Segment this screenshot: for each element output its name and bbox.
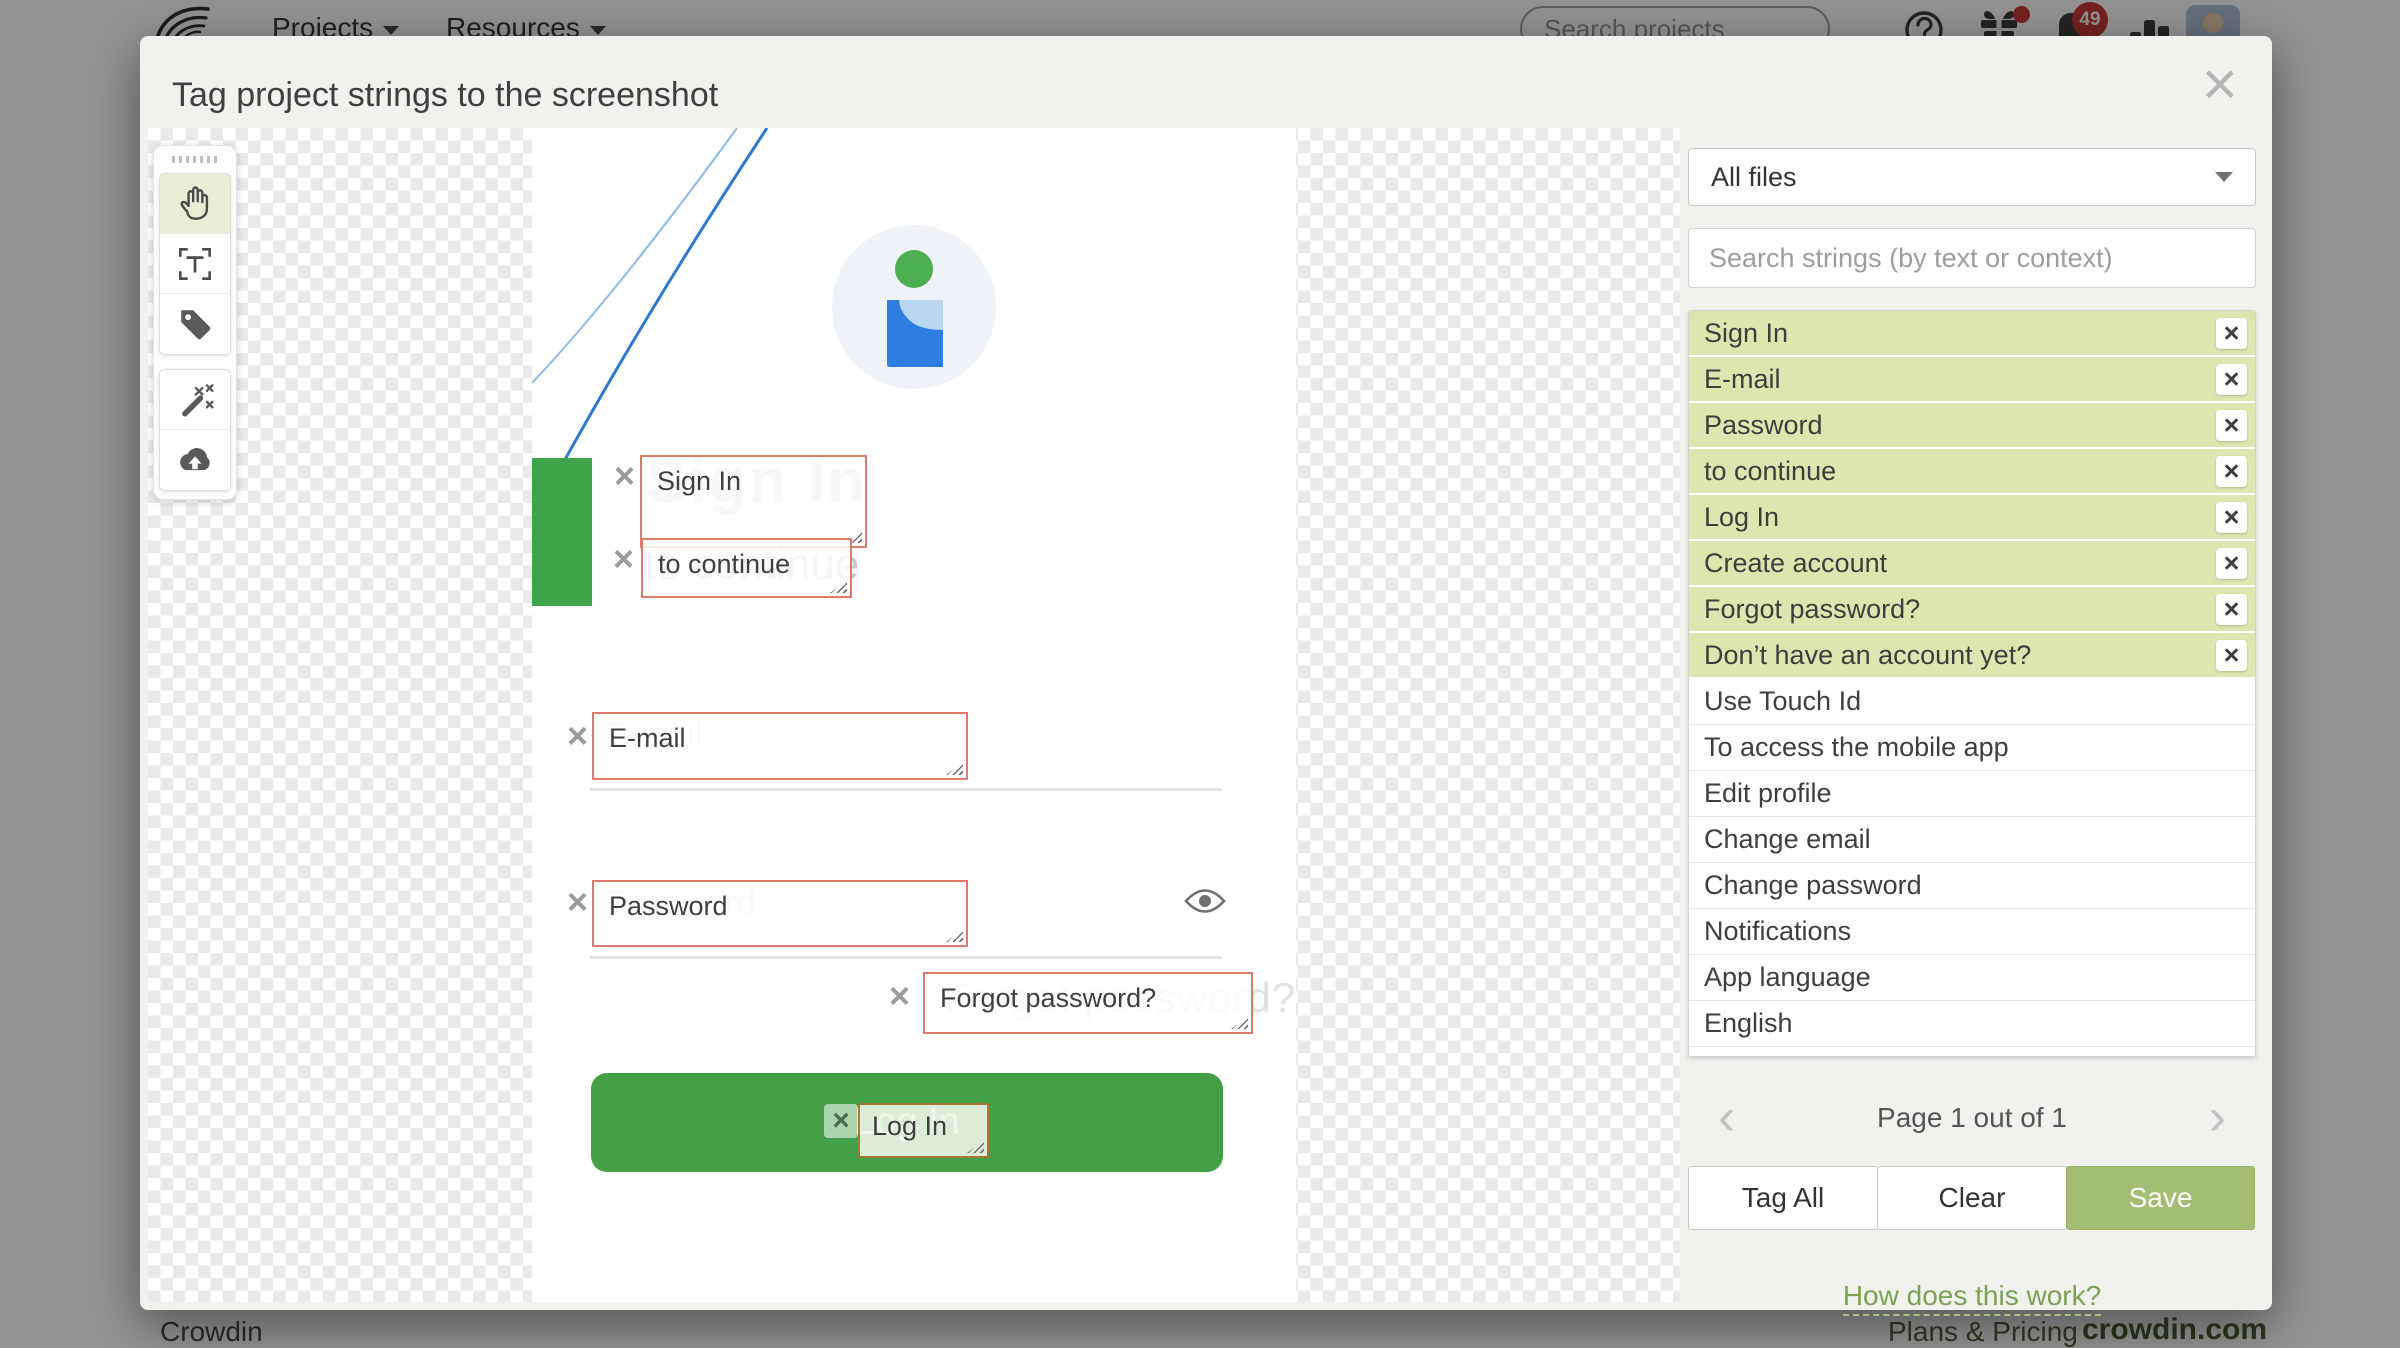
string-row[interactable]: Use Touch Id × [1689,679,2255,725]
untag-icon[interactable]: × [2216,363,2247,395]
capture-text-icon [179,247,211,280]
tagbox-to-continue[interactable]: to continue [641,538,852,598]
email-field-underline [590,788,1222,791]
string-label: English [1704,1008,1793,1038]
string-row[interactable]: Change email × [1689,817,2255,863]
magic-wand-icon [182,383,214,416]
tag-icon [181,310,211,340]
string-label: Change email [1704,824,1871,854]
modal-body: Sign In to continue E-mail Password Forg… [140,128,2272,1316]
panel-actions: Tag All Clear Save [1688,1166,2256,1230]
tool-group-extra [159,369,231,491]
string-row[interactable]: Notifications × [1689,909,2255,955]
tag-strings-modal: Tag project strings to the screenshot × … [140,36,2272,1316]
capture-text-tool-button[interactable] [160,234,230,294]
tagbox-password[interactable]: Password [592,880,968,947]
string-label: Use Touch Id [1704,686,1862,716]
tagbox-log-in[interactable]: Log In [858,1103,989,1158]
string-row[interactable]: App language × [1689,955,2255,1001]
string-label: App language [1704,962,1871,992]
string-row[interactable]: To access the mobile app × [1689,725,2255,771]
tag-remove-icon[interactable]: × [567,718,588,754]
page-indicator: Page 1 out of 1 [1877,1102,2067,1133]
tagbox-sign-in[interactable]: Sign In [640,455,867,548]
tag-remove-icon[interactable]: × [613,541,634,577]
string-row[interactable]: English × [1689,1001,2255,1047]
untag-icon[interactable]: × [2216,593,2247,625]
string-label: Don’t have an account yet? [1704,639,2032,670]
tool-palette [153,145,237,500]
tag-remove-icon[interactable]: × [889,978,910,1014]
string-row[interactable]: Sign In × [1689,311,2255,357]
help-link[interactable]: How does this work? [1688,1280,2256,1316]
tag-tool-button[interactable] [160,294,230,354]
clear-button[interactable]: Clear [1877,1166,2067,1230]
string-label: Sign In [1704,317,1789,348]
string-row[interactable]: Don’t have an account yet? × [1689,633,2255,679]
tag-remove-icon[interactable]: × [614,458,635,494]
file-filter-select[interactable]: All files [1688,148,2256,206]
tag-all-button[interactable]: Tag All [1688,1166,1878,1230]
pagination: Page 1 out of 1 ‹ › [1688,1090,2256,1146]
password-visibility-icon [1184,889,1226,913]
save-button[interactable]: Save [2066,1166,2255,1230]
strings-search-input[interactable] [1688,228,2256,288]
untag-icon[interactable]: × [2216,409,2247,441]
string-row[interactable]: to continue × [1689,449,2255,495]
strings-list: Sign In × E-mail × Password × to continu… [1688,310,2256,1057]
string-label: to continue [1704,455,1837,486]
untag-icon[interactable]: × [2216,317,2247,349]
auto-tag-tool-button[interactable] [160,370,230,430]
help-link-label: How does this work? [1842,1280,2102,1316]
file-filter-value: All files [1711,161,1797,192]
string-row[interactable]: Password × [1689,403,2255,449]
untag-icon[interactable]: × [2216,639,2247,671]
string-label: Forgot password? [1704,593,1921,624]
caret-down-icon [2215,172,2233,182]
string-row[interactable]: E-mail × [1689,357,2255,403]
string-label: Notifications [1704,916,1852,946]
cloud-upload-icon [180,448,210,471]
palette-drag-handle[interactable] [172,156,218,163]
string-label: Password [1704,409,1823,440]
string-row[interactable]: Create account × [1689,541,2255,587]
tool-group-main [159,173,231,355]
untag-icon[interactable]: × [2216,547,2247,579]
modal-title: Tag project strings to the screenshot [172,76,719,114]
tagbox-forgot-password[interactable]: Forgot password? [923,972,1253,1034]
tagbox-email[interactable]: E-mail [592,712,968,780]
untag-icon[interactable]: × [2216,501,2247,533]
password-field-underline [590,956,1222,959]
string-row[interactable]: Forgot password? × [1689,587,2255,633]
shot-green-block [532,458,592,606]
hand-tool-button[interactable] [160,174,230,234]
tag-remove-icon[interactable]: × [567,884,588,920]
string-label: Log In [1704,501,1780,532]
upload-tool-button[interactable] [160,430,230,490]
string-label: To access the mobile app [1704,732,2009,762]
screenshot-image: Sign In to continue E-mail Password Forg… [532,128,1296,1302]
string-row[interactable]: Change password × [1689,863,2255,909]
close-icon[interactable]: × [2202,54,2238,116]
string-row[interactable]: Edit profile × [1689,771,2255,817]
string-label: Create account [1704,547,1888,578]
string-label: E-mail [1704,363,1781,394]
untag-icon[interactable]: × [2216,455,2247,487]
hand-icon [180,185,209,220]
screenshot-canvas[interactable]: Sign In to continue E-mail Password Forg… [148,128,1680,1302]
tag-remove-icon[interactable]: × [824,1104,858,1138]
string-label: Edit profile [1704,778,1832,808]
string-label: Change password [1704,870,1922,900]
string-row[interactable]: Log In × [1689,495,2255,541]
app-logo [832,225,996,389]
